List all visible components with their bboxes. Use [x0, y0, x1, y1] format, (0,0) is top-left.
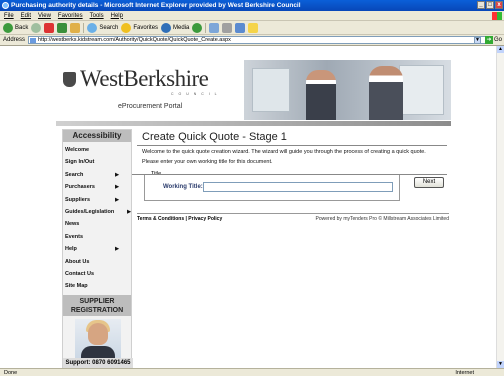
media-icon: [161, 22, 172, 33]
chevron-right-icon: ▶: [115, 246, 119, 253]
browser-window: Purchasing authority details - Microsoft…: [0, 0, 504, 376]
chevron-right-icon: ▶: [115, 196, 119, 203]
star-icon: [121, 22, 132, 33]
home-icon[interactable]: [70, 22, 81, 33]
sidebar-item-purchasers[interactable]: Purchasers ▶: [63, 181, 131, 193]
status-bar: Done Internet: [0, 368, 504, 376]
toolbar-divider: [83, 22, 85, 33]
working-title-label: Working Title:: [163, 184, 203, 190]
sidebar-item-search[interactable]: Search ▶: [63, 169, 131, 181]
sidebar-item-site-map[interactable]: Site Map: [63, 280, 131, 292]
vertical-scrollbar[interactable]: ▲ ▼: [496, 46, 504, 368]
prompt-text: Please enter your own working title for …: [142, 158, 273, 165]
site-header: WestBerkshire C O U N C I L eProcurement…: [56, 46, 451, 122]
working-title-input[interactable]: [203, 182, 393, 192]
sidebar-item-sign-in-out[interactable]: Sign In/Out: [63, 156, 131, 168]
header-photo: [244, 60, 451, 120]
chevron-right-icon: ▶: [115, 184, 119, 191]
go-button[interactable]: ➜ Go: [484, 36, 502, 44]
sidebar-item-help[interactable]: Help ▶: [63, 243, 131, 255]
sidebar-item-news[interactable]: News: [63, 218, 131, 230]
toolbar: Back Search Favorites Media: [0, 21, 504, 35]
header-divider: [56, 121, 451, 126]
chevron-right-icon: ▶: [127, 208, 131, 215]
ie-icon: [2, 2, 9, 9]
sidebar-item-welcome[interactable]: Welcome: [63, 144, 131, 156]
sidebar-item-guides[interactable]: Guides/Legislation ▶: [63, 206, 131, 218]
supplier-registration-link[interactable]: SUPPLIER REGISTRATION: [63, 294, 131, 316]
page-icon: [30, 38, 37, 43]
mail-icon[interactable]: [209, 22, 220, 33]
support-agent-photo: [75, 319, 121, 362]
council-logo-sub: C O U N C I L: [171, 92, 219, 96]
menu-file[interactable]: File: [4, 13, 14, 19]
sidebar-item-events[interactable]: Events: [63, 231, 131, 243]
menu-edit[interactable]: Edit: [21, 13, 31, 19]
stop-icon[interactable]: [44, 22, 55, 33]
back-button[interactable]: Back: [3, 22, 28, 33]
menu-help[interactable]: Help: [111, 13, 123, 19]
minimize-button[interactable]: _: [477, 1, 485, 9]
sidebar-nav: Welcome Sign In/Out Search ▶ Purchasers ▶ …: [63, 142, 131, 293]
search-icon: [87, 22, 98, 33]
address-url: http://westberks.kidstream.com/Authority…: [38, 37, 231, 43]
menu-view[interactable]: View: [38, 13, 51, 19]
title-bar: Purchasing authority details - Microsoft…: [0, 0, 504, 11]
portal-name: eProcurement Portal: [118, 103, 183, 110]
title-fieldset: Title Working Title:: [144, 171, 400, 201]
media-button[interactable]: Media: [161, 22, 189, 33]
refresh-icon[interactable]: [57, 22, 68, 33]
accessibility-heading[interactable]: Accessibility: [63, 130, 131, 142]
page-footer: Terms & Conditions | Privacy Policy Powe…: [137, 213, 449, 223]
toolbar-divider: [205, 22, 207, 33]
content-divider: [132, 174, 447, 175]
address-dropdown-icon[interactable]: ▼: [474, 37, 481, 44]
sidebar-item-about[interactable]: About Us: [63, 256, 131, 268]
main-panel: Create Quick Quote - Stage 1 Welcome to …: [137, 131, 447, 263]
address-label: Address: [3, 37, 26, 43]
scroll-up-icon[interactable]: ▲: [497, 46, 504, 53]
sidebar: Accessibility Welcome Sign In/Out Search…: [62, 129, 133, 368]
council-crest-icon: [63, 72, 76, 87]
chevron-right-icon: ▶: [115, 171, 119, 178]
folder-icon[interactable]: [248, 22, 259, 33]
edit-icon[interactable]: [235, 22, 246, 33]
sidebar-item-suppliers[interactable]: Suppliers ▶: [63, 194, 131, 206]
page-content: WestBerkshire C O U N C I L eProcurement…: [0, 46, 496, 368]
back-arrow-icon: [3, 22, 13, 33]
window-title: Purchasing authority details - Microsoft…: [11, 2, 301, 9]
address-bar: Address http://westberks.kidstream.com/A…: [0, 35, 504, 46]
portal-page: WestBerkshire C O U N C I L eProcurement…: [56, 46, 451, 368]
address-input[interactable]: http://westberks.kidstream.com/Authority…: [28, 36, 492, 44]
menu-bar: File Edit View Favorites Tools Help: [0, 11, 504, 21]
history-icon[interactable]: [192, 22, 203, 33]
print-icon[interactable]: [222, 22, 233, 33]
windows-logo-icon: [492, 12, 502, 20]
status-text: Done: [4, 370, 18, 376]
support-phone: Support: 0870 6091465: [63, 358, 133, 368]
maximize-button[interactable]: □: [486, 1, 494, 9]
title-divider: [137, 145, 447, 146]
forward-button[interactable]: [31, 22, 42, 33]
page-title: Create Quick Quote - Stage 1: [142, 131, 287, 143]
sidebar-item-contact[interactable]: Contact Us: [63, 268, 131, 280]
intro-text: Welcome to the quick quote creation wiza…: [142, 149, 426, 155]
menu-favorites[interactable]: Favorites: [58, 13, 83, 19]
next-button[interactable]: Next: [414, 177, 444, 188]
search-button[interactable]: Search: [87, 22, 118, 33]
close-button[interactable]: x: [495, 1, 503, 9]
go-arrow-icon: ➜: [484, 36, 493, 44]
council-logo[interactable]: WestBerkshire: [80, 66, 209, 92]
scroll-down-icon[interactable]: ▼: [497, 361, 504, 368]
menu-tools[interactable]: Tools: [90, 13, 104, 19]
powered-by[interactable]: Powered by myTenders Pro © Millstream As…: [316, 216, 449, 222]
favorites-button[interactable]: Favorites: [121, 22, 158, 33]
footer-links[interactable]: Terms & Conditions | Privacy Policy: [137, 216, 222, 222]
